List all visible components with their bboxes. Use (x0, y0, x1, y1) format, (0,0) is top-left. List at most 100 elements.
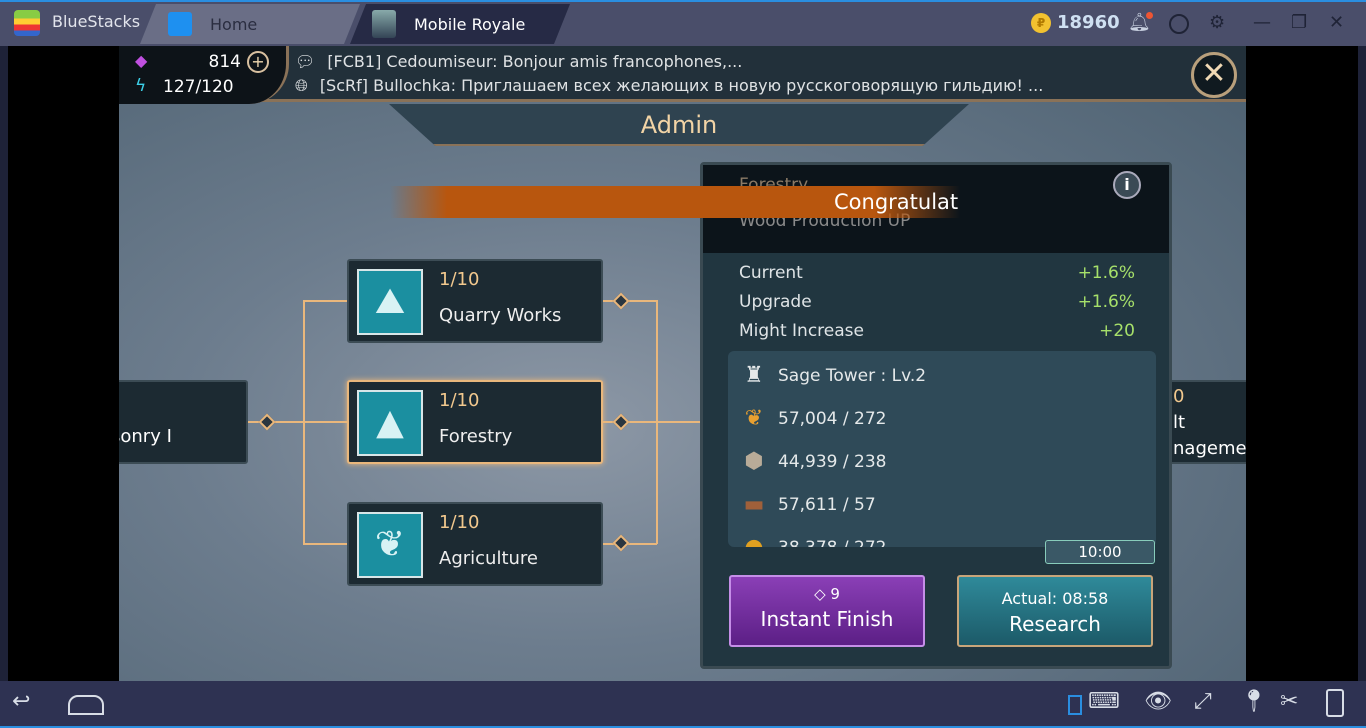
requirements-list[interactable]: ♜ Sage Tower : Lv.2 ❦ 57,004 / 272 ⬢ 44,939… (728, 351, 1156, 547)
connector-line (602, 543, 657, 545)
connector-line (303, 543, 347, 545)
requirement-item: ♜ Sage Tower : Lv.2 (740, 363, 926, 388)
fullscreen-icon[interactable]: ⤢ (1194, 689, 1212, 714)
connector-line (303, 300, 347, 302)
requirement-text: Sage Tower : Lv.2 (778, 365, 927, 386)
node-level: 1/10 (439, 269, 480, 290)
energy-count: 127/120 (163, 77, 234, 97)
gem-icon: ◇ (814, 585, 831, 603)
close-window-icon[interactable]: ✕ (1329, 12, 1344, 33)
node-name: lt (1173, 412, 1186, 433)
stat-value: +1.6% (1077, 263, 1135, 283)
wood-icon: ▬ (743, 492, 765, 517)
node-right-partial[interactable]: 0 lt nageme (1169, 380, 1246, 464)
requirement-item: ● 38,378 / 272 (740, 535, 886, 547)
congratulations-banner: Congratulati (390, 186, 960, 218)
node-name: sonry I (119, 426, 172, 447)
stat-value: +1.6% (1077, 292, 1135, 312)
stat-current: Current +1.6% (739, 263, 1135, 283)
coin-icon: ₽ (1031, 13, 1051, 33)
connector-diamond (612, 534, 630, 552)
back-icon[interactable]: ↩ (12, 689, 30, 714)
node-name: Quarry Works (439, 305, 562, 326)
minimize-icon[interactable]: — (1253, 12, 1271, 33)
wheat-icon: ❦ (744, 406, 764, 431)
research-time-tooltip: 10:00 (1045, 540, 1155, 564)
node-level: 1/10 (439, 390, 480, 411)
add-gems-button[interactable]: + (247, 51, 269, 73)
connector-line (656, 300, 658, 544)
stone-icon: ⬢ (744, 449, 764, 474)
requirement-text: 57,004 / 272 (778, 408, 887, 429)
connector-diamond (612, 413, 630, 431)
tab-label: Home (210, 14, 258, 34)
node-agriculture[interactable]: ❦ 1/10 Agriculture (347, 502, 603, 586)
node-quarry-works[interactable]: ⛰ 1/10 Quarry Works (347, 259, 603, 343)
resource-box: ◆ 814 + ϟ 127/120 (119, 46, 289, 104)
node-forestry[interactable]: ▲ 1/10 Forestry (347, 380, 603, 464)
tab-mobile-royale[interactable]: Mobile Royale (350, 4, 570, 44)
research-button[interactable]: Actual: 08:58 Research (957, 575, 1153, 647)
chat-line: [FCB1] Cedoumiseur: Bonjour amis francop… (327, 52, 743, 71)
bottom-bar: ↩ ⌨ 👁︎ ⤢ 📍︎ ✂ (0, 681, 1366, 728)
tower-icon: ♜ (744, 363, 764, 388)
keymap-toggle-icon[interactable] (1068, 695, 1082, 715)
letterbox-right (1246, 46, 1358, 681)
stat-upgrade: Upgrade +1.6% (739, 292, 1135, 312)
research-time: Actual: 08:58 (1001, 589, 1109, 608)
node-name: nageme (1173, 438, 1246, 459)
scissors-icon[interactable]: ✂ (1280, 689, 1298, 714)
tab-label: Mobile Royale (414, 14, 526, 34)
chat-ticker[interactable]: 💬︎ [FCB1] Cedoumiseur: Bonjour amis franc… (295, 50, 1043, 98)
home-icon (168, 12, 192, 36)
energy-icon: ϟ (135, 76, 147, 96)
connector-diamond (612, 292, 630, 310)
research-label: Research (1009, 612, 1101, 636)
stat-label: Might Increase (739, 321, 864, 341)
requirement-text: 57,611 / 57 (778, 494, 876, 515)
info-icon[interactable]: i (1113, 171, 1141, 199)
account-icon[interactable] (1169, 14, 1189, 34)
connector-line (303, 300, 305, 544)
node-name: Forestry (439, 426, 513, 447)
requirement-text: 38,378 / 272 (778, 538, 886, 548)
page-title: Admin (389, 104, 969, 146)
instant-cost: 9 (830, 585, 840, 603)
bell-icon[interactable]: 🔔︎ (1128, 12, 1153, 33)
coin-icon: ● (740, 535, 768, 547)
stat-label: Upgrade (739, 292, 812, 312)
node-masonry[interactable]: sonry I (119, 380, 248, 464)
game-avatar-icon (372, 10, 396, 38)
stat-might: Might Increase +20 (739, 321, 1135, 341)
keyboard-icon[interactable]: ⌨ (1088, 689, 1120, 714)
stat-label: Current (739, 263, 803, 283)
instant-label: Instant Finish (760, 607, 894, 631)
node-name: Agriculture (439, 548, 538, 569)
close-button[interactable]: ✕ (1191, 52, 1237, 98)
title-bar: BlueStacks Home Mobile Royale ₽ 18960 🔔︎… (0, 0, 1366, 46)
globe-icon: 🌐︎ (295, 76, 308, 95)
node-level: 0 (1173, 386, 1185, 407)
requirement-item: ❦ 57,004 / 272 (740, 406, 887, 431)
letterbox-left (8, 46, 119, 681)
gem-icon: ◆ (135, 51, 148, 70)
stone-icon: ⛰ (357, 269, 423, 335)
game-top-bar: ◆ 814 + ϟ 127/120 💬︎ [FCB1] Cedoumiseur: … (119, 46, 1246, 104)
game-view: ◆ 814 + ϟ 127/120 💬︎ [FCB1] Cedoumiseur: … (119, 46, 1246, 681)
coin-balance: 18960 (1057, 12, 1120, 33)
home-nav-icon[interactable] (68, 695, 104, 715)
bluestacks-logo-icon (14, 10, 40, 36)
requirement-item: ▬ 57,611 / 57 (740, 492, 876, 517)
chat-line: [ScRf] Bullochka: Приглашаем всех желающ… (319, 76, 1044, 95)
tab-home[interactable]: Home (140, 4, 360, 44)
restore-icon[interactable]: ❐ (1291, 12, 1307, 33)
chat-icon: 💬︎ (295, 52, 316, 71)
rotate-device-icon[interactable] (1326, 689, 1344, 717)
connector-diamond (258, 413, 276, 431)
gear-icon[interactable]: ⚙ (1209, 12, 1225, 33)
requirement-text: 44,939 / 238 (778, 451, 887, 472)
eye-icon[interactable]: 👁︎ (1144, 689, 1172, 714)
instant-finish-button[interactable]: ◇ 9 Instant Finish (729, 575, 925, 647)
requirement-item: ⬢ 44,939 / 238 (740, 449, 886, 474)
location-icon[interactable]: 📍︎ (1240, 689, 1268, 714)
